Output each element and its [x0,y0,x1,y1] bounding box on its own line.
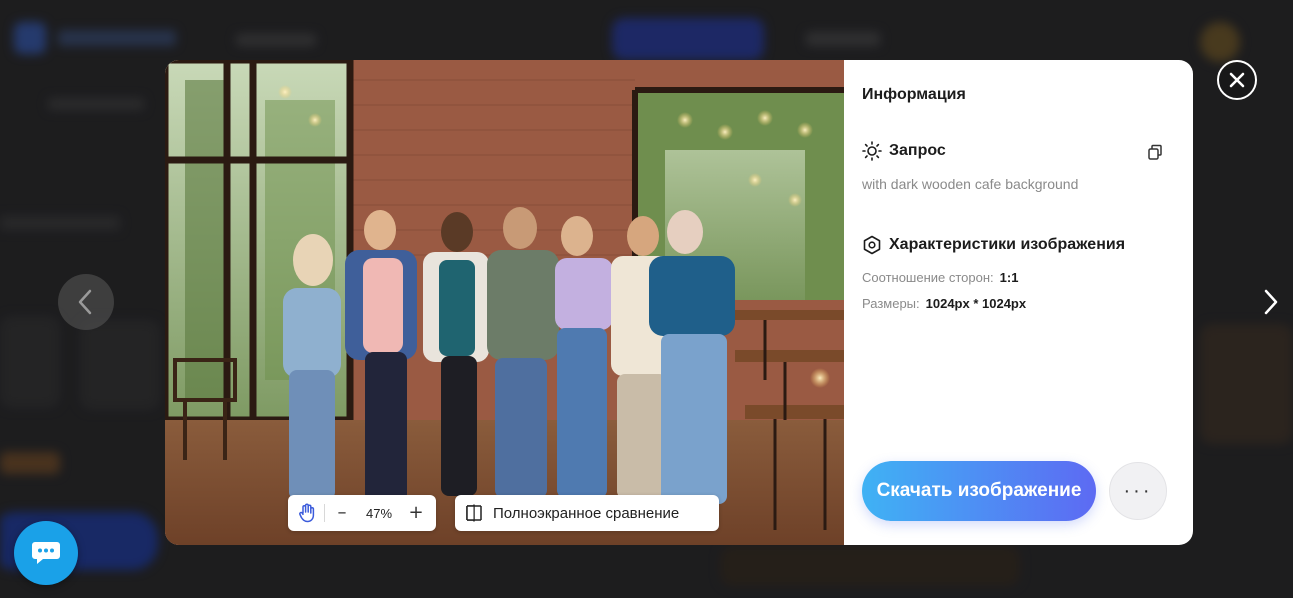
chat-bubble-icon [32,542,60,564]
prompt-text: with dark wooden cafe background [862,176,1079,192]
split-compare-icon [466,504,482,522]
aspect-ratio-row: Соотношение сторон: 1:1 [862,270,1018,285]
support-chat-button[interactable] [14,521,78,585]
info-title: Информация [862,86,966,103]
close-icon [1229,72,1245,88]
chevron-right-icon [1264,289,1278,315]
cafe-group-photo [165,60,844,545]
more-dots-icon: ··· [1123,479,1153,502]
image-viewer-modal: – 47% + Полноэкранное сравнение Информац… [165,60,1193,545]
fullscreen-compare-button[interactable]: Полноэкранное сравнение [455,495,719,531]
copy-prompt-button[interactable] [1145,142,1165,162]
dimensions-row: Размеры: 1024px * 1024px [862,296,1026,311]
prompt-section-header: Запрос [862,141,946,161]
download-image-button[interactable]: Скачать изображение [862,461,1096,521]
hand-pan-button[interactable] [296,502,318,524]
more-options-button[interactable]: ··· [1109,462,1167,520]
next-image-button[interactable] [1242,274,1293,330]
zoom-in-button[interactable]: + [405,502,427,524]
close-button[interactable] [1217,60,1257,100]
aspect-ratio-label: Соотношение сторон: [862,270,994,285]
zoom-level: 47% [365,505,393,521]
specs-title: Характеристики изображения [889,236,1126,253]
zoom-out-button[interactable]: – [331,502,353,524]
zoom-toolbar: – 47% + [288,495,436,531]
toolbar-divider [324,504,325,522]
previous-image-button[interactable] [58,274,114,330]
hexagon-icon [863,235,881,255]
copy-icon [1148,144,1162,160]
aspect-ratio-value: 1:1 [999,270,1019,285]
dimensions-value: 1024px * 1024px [925,296,1027,311]
generated-image[interactable]: – 47% + Полноэкранное сравнение [165,60,844,545]
dimensions-label: Размеры: [862,296,920,311]
info-panel: Информация Запрос with dark wooden cafe … [844,60,1193,545]
hand-pan-icon [299,503,315,523]
specs-section-header: Характеристики изображения [862,235,1125,255]
prompt-title: Запрос [889,142,946,159]
compare-label: Полноэкранное сравнение [493,504,680,522]
sun-icon [862,141,882,161]
chevron-left-icon [78,289,92,315]
